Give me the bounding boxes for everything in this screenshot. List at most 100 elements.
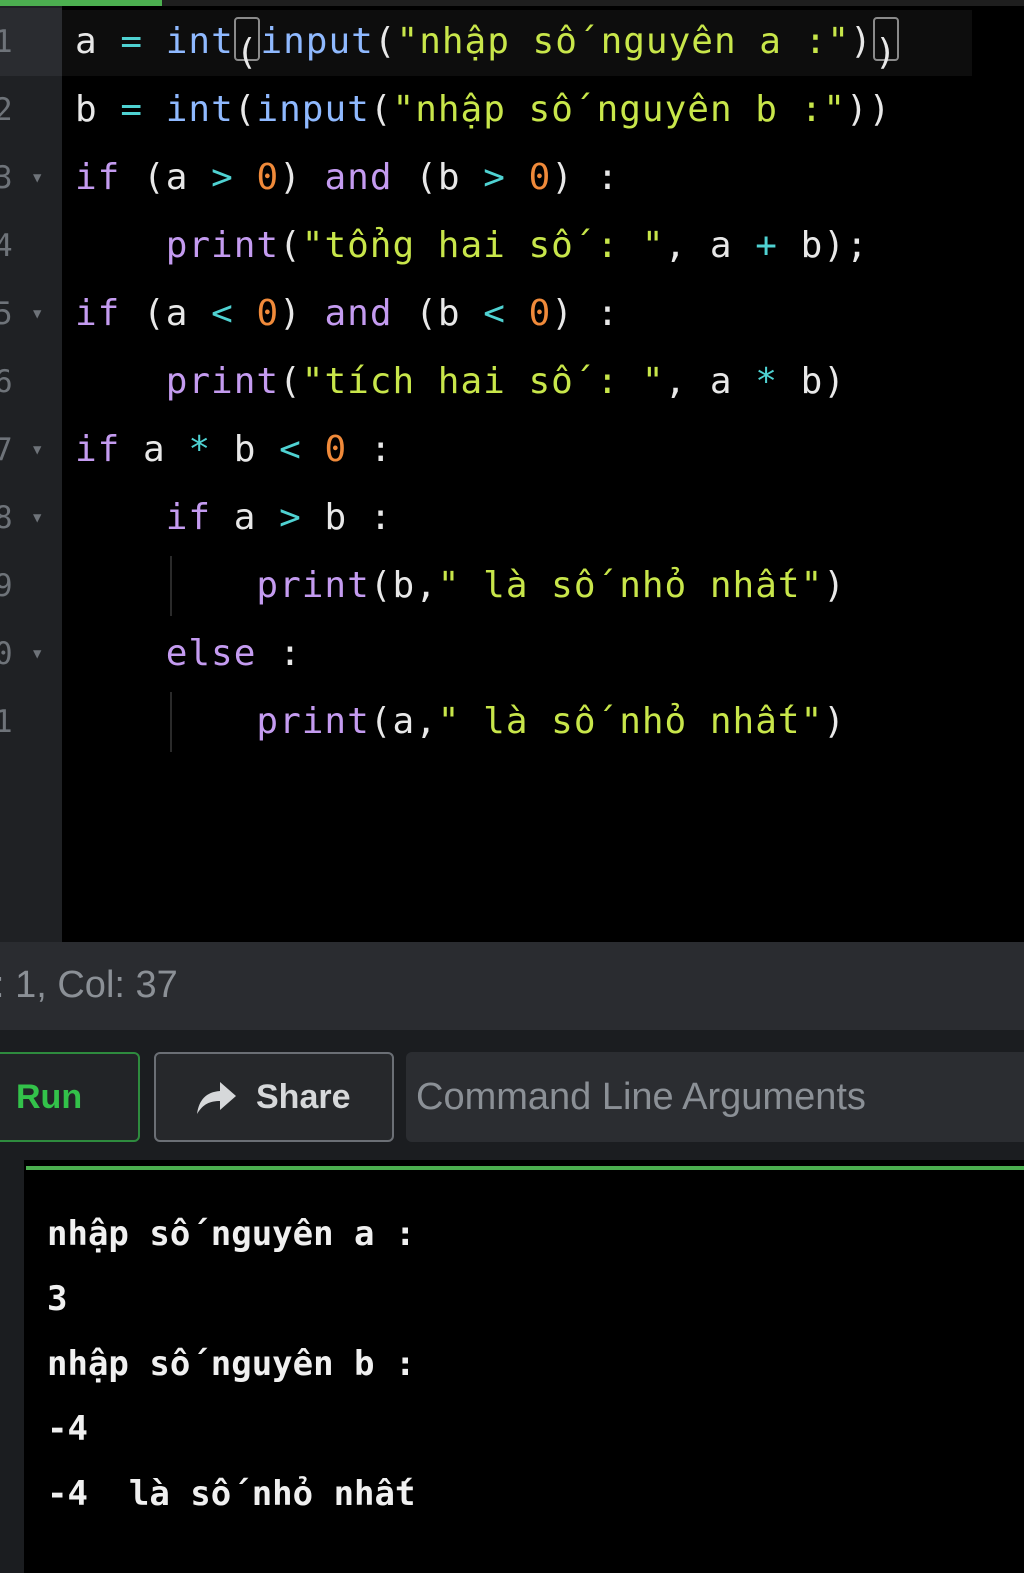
code-token: )	[850, 21, 873, 62]
bracket-match-highlight: (	[233, 17, 261, 73]
code-token: int	[165, 89, 234, 130]
line-number: 9	[0, 568, 13, 604]
chevron-down-icon[interactable]: ▼	[33, 144, 41, 212]
gutter-line: 7 ▼	[0, 416, 62, 484]
code-token: 0	[528, 293, 552, 334]
code-token: )	[823, 565, 846, 606]
code-line[interactable]: print("tổng hai số : ", a + b);	[75, 212, 869, 280]
line-number: 4	[0, 228, 13, 264]
code-token: (	[369, 89, 393, 130]
gutter-line: 9	[0, 552, 62, 620]
toolbar: Run Share	[0, 1030, 1024, 1160]
code-token: 0	[528, 157, 552, 198]
code-token: 0	[256, 293, 280, 334]
code-token: (	[233, 89, 257, 130]
code-line[interactable]: print("tích hai số : ", a * b)	[75, 348, 846, 416]
code-editor[interactable]: 1 2 3 ▼ 4 5 ▼ 6 7 ▼ 8 ▼ 9 0 ▼ 1 a = int(input("nhập số …	[0, 6, 1024, 942]
code-token: )	[279, 293, 325, 334]
line-number: 1	[0, 24, 13, 60]
code-line[interactable]: else :	[75, 620, 302, 688]
code-token: "nhập số nguyên a :"	[396, 21, 850, 62]
code-token: 0	[324, 429, 348, 470]
share-button[interactable]: Share	[154, 1052, 394, 1142]
cursor-position: : 1, Col: 37	[0, 964, 178, 1006]
bracket-match-highlight: )	[872, 17, 900, 73]
code-area[interactable]: a = int(input("nhập số nguyên a :")) b = …	[62, 6, 1024, 942]
code-token: int	[165, 21, 234, 62]
output-line: -4 là số nhỏ nhất	[47, 1474, 416, 1514]
code-token: +	[755, 225, 778, 266]
gutter-line: 2	[0, 76, 62, 144]
code-token: " là số nhỏ nhất"	[437, 701, 824, 742]
chevron-down-icon[interactable]: ▼	[33, 416, 41, 484]
code-token: b)	[777, 361, 846, 402]
code-token: if	[75, 293, 121, 334]
code-token: and	[324, 157, 393, 198]
gutter-line: 6	[0, 348, 62, 416]
code-token: " là số nhỏ nhất"	[437, 565, 824, 606]
online-python-ide: 1 2 3 ▼ 4 5 ▼ 6 7 ▼ 8 ▼ 9 0 ▼ 1 a = int(input("nhập số …	[0, 0, 1024, 1573]
code-token: (	[279, 225, 302, 266]
gutter-line: 0 ▼	[0, 620, 62, 688]
code-line[interactable]: if (a > 0) and (b > 0) :	[75, 144, 619, 212]
code-token: print	[256, 565, 370, 606]
output-line: nhập số nguyên a :	[47, 1214, 416, 1254]
code-token: , a	[664, 225, 756, 266]
code-token: (	[373, 21, 397, 62]
code-token: "tích hai số : "	[301, 361, 665, 402]
gutter-line: 3 ▼	[0, 144, 62, 212]
gutter-line: 4	[0, 212, 62, 280]
status-bar: : 1, Col: 37	[0, 942, 1024, 1030]
code-token: a	[120, 429, 189, 470]
output-line: 3	[47, 1279, 68, 1319]
code-line[interactable]: if (a < 0) and (b < 0) :	[75, 280, 619, 348]
code-token: =	[120, 89, 144, 130]
line-number: 3	[0, 160, 13, 196]
gutter-line: 1	[0, 688, 62, 756]
code-line[interactable]: b = int(input("nhập số nguyên b :"))	[75, 76, 891, 144]
code-line[interactable]: if a * b < 0 :	[75, 416, 393, 484]
code-token: :	[256, 633, 302, 674]
code-token: b	[75, 89, 121, 130]
code-token: *	[755, 361, 778, 402]
code-token: )	[823, 701, 846, 742]
output-side-strip	[0, 1160, 24, 1573]
code-token: a	[211, 497, 280, 538]
command-line-arguments-input[interactable]	[406, 1052, 1024, 1142]
code-token: (	[279, 361, 302, 402]
code-token: else	[165, 633, 257, 674]
code-token: b);	[777, 225, 869, 266]
run-button[interactable]: Run	[0, 1052, 140, 1142]
output-line: -4	[47, 1409, 88, 1449]
code-token: if	[75, 429, 121, 470]
share-arrow-icon	[197, 1082, 236, 1114]
line-number-gutter: 1 2 3 ▼ 4 5 ▼ 6 7 ▼ 8 ▼ 9 0 ▼ 1	[0, 6, 62, 942]
code-token: )	[279, 157, 325, 198]
code-token: if	[75, 157, 121, 198]
code-token: (a,	[369, 701, 438, 742]
chevron-down-icon[interactable]: ▼	[33, 280, 41, 348]
code-token: (b	[392, 157, 484, 198]
chevron-down-icon[interactable]: ▼	[33, 484, 41, 552]
code-token: 0	[256, 157, 280, 198]
code-token: (b,	[369, 565, 438, 606]
code-line[interactable]: print(a," là số nhỏ nhất")	[75, 688, 846, 756]
code-token: print	[165, 225, 280, 266]
code-line[interactable]: print(b," là số nhỏ nhất")	[75, 552, 846, 620]
code-token: *	[188, 429, 212, 470]
chevron-down-icon[interactable]: ▼	[33, 620, 41, 688]
code-token: b	[211, 429, 280, 470]
code-line[interactable]: if a > b :	[75, 484, 392, 552]
code-token: <	[279, 429, 302, 470]
code-token: a	[75, 21, 121, 62]
line-number: 2	[0, 92, 13, 128]
code-line[interactable]: a = int(input("nhập số nguyên a :"))	[75, 8, 900, 76]
